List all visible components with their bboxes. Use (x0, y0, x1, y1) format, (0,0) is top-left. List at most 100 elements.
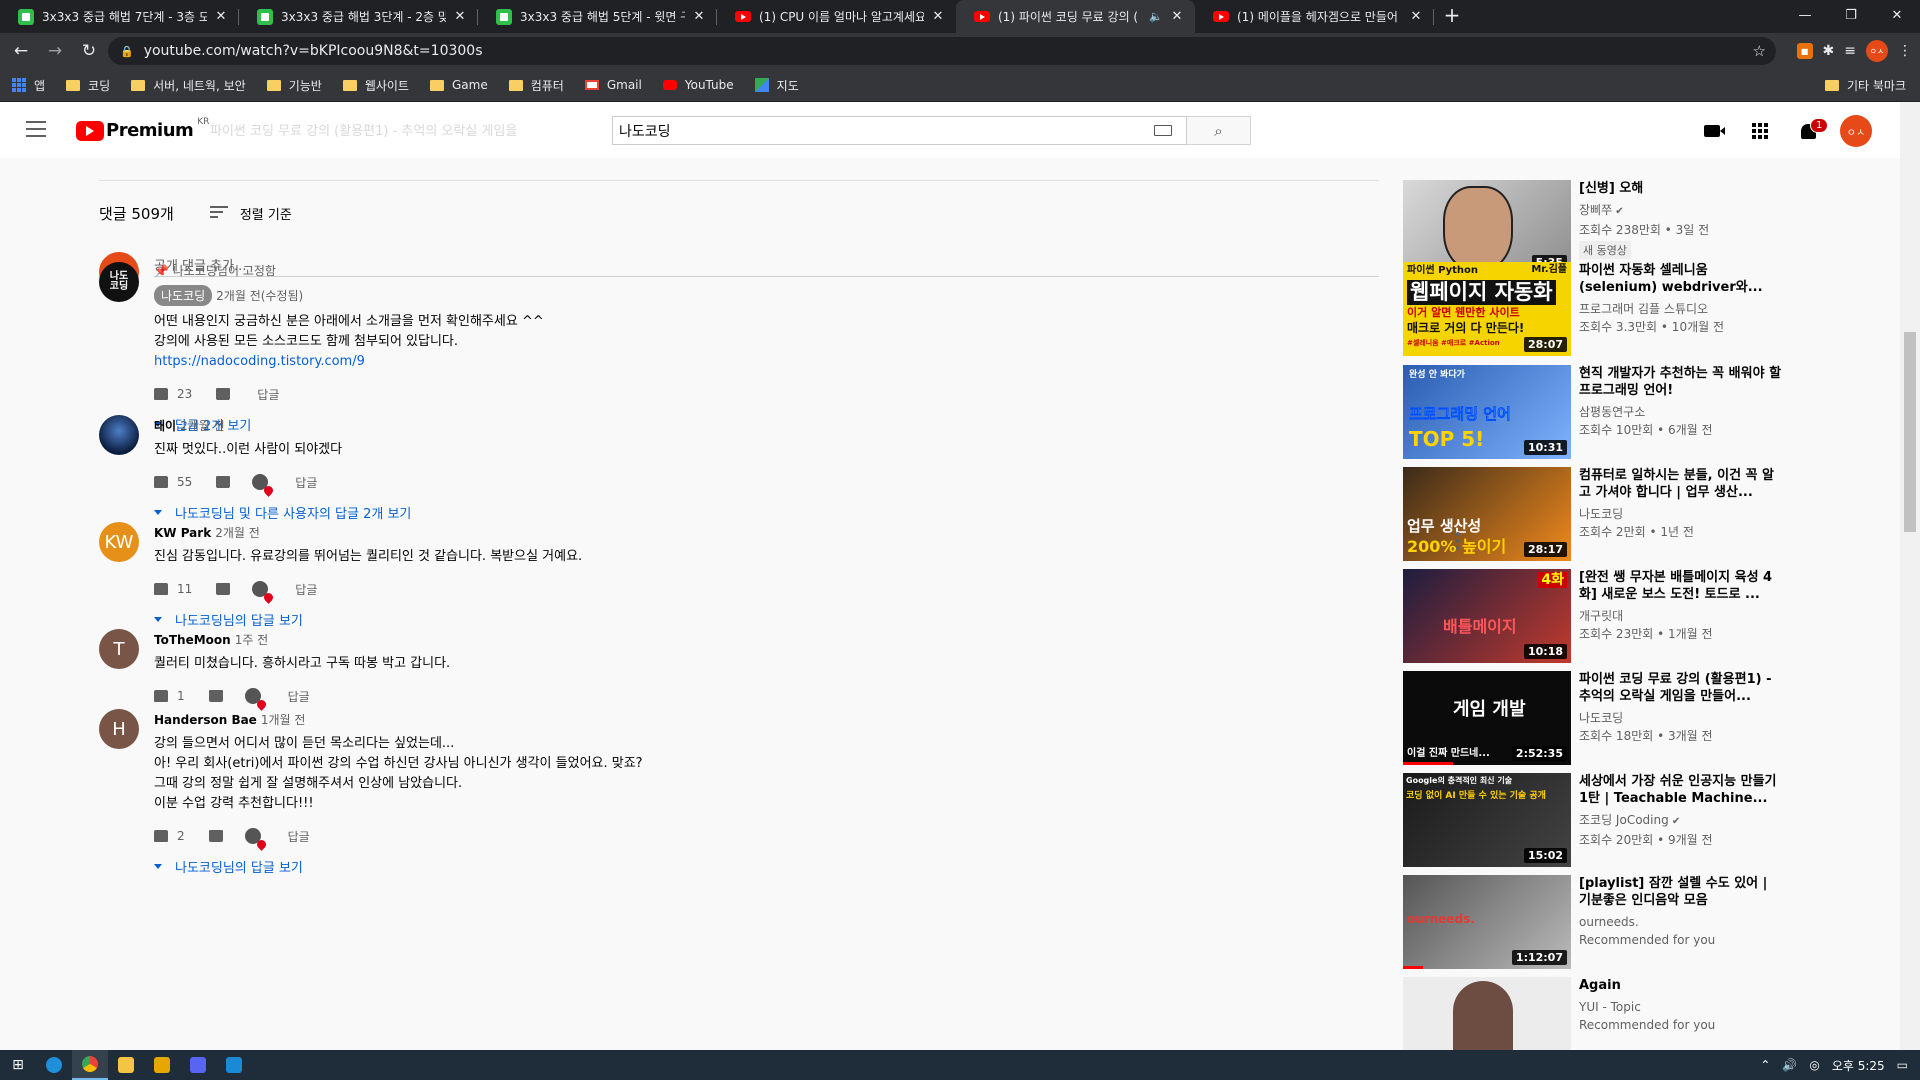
video-title[interactable]: [playlist] 잠깐 설렐 수도 있어 | 기분좋은 인디음악 모음 (1579, 875, 1783, 909)
comment-author[interactable]: ToTheMoon (154, 633, 231, 647)
video-channel[interactable]: ourneeds. (1579, 913, 1783, 931)
tab-close-icon[interactable]: ✕ (691, 9, 707, 24)
create-video-button[interactable] (1688, 125, 1736, 137)
search-input[interactable]: 나도코딩 (612, 116, 1187, 145)
video-thumbnail[interactable] (1403, 977, 1571, 1050)
related-video[interactable]: Google의 충격적인 최신 기술 코딩 없이 AI 만들 수 있는 기술 공개… (1403, 773, 1783, 867)
video-thumbnail[interactable]: 게임 개발 이걸 진짜 만드네... 2:52:35 (1403, 671, 1571, 765)
comment-time[interactable]: 1개월 전 (261, 713, 306, 727)
more-actions-icon[interactable] (1456, 532, 1460, 553)
sort-icon[interactable] (209, 206, 228, 221)
video-channel[interactable]: YUI - Topic (1579, 998, 1783, 1016)
chrome-taskbar-item[interactable] (72, 1050, 108, 1080)
bookmark-websites[interactable]: 웹사이트 (342, 77, 409, 94)
reload-icon[interactable]: ↻ (72, 41, 106, 61)
video-title[interactable]: 세상에서 가장 쉬운 인공지능 만들기 1탄 | Teachable Machi… (1579, 773, 1783, 807)
sort-button[interactable]: 정렬 기준 (240, 204, 292, 223)
network-icon[interactable]: ◎ (1809, 1058, 1819, 1072)
comment-time[interactable]: 1주 전 (235, 633, 269, 647)
profile-avatar[interactable]: ㅇㅅ (1866, 40, 1888, 62)
address-bar[interactable]: 🔒 youtube.com/watch?v=bKPIcoou9N8&t=1030… (108, 37, 1776, 65)
video-title[interactable]: 파이썬 코딩 무료 강의 (활용편1) - 추억의 오락실 게임을 만들어... (1579, 671, 1783, 705)
tab-close-icon[interactable]: ✕ (213, 9, 229, 24)
notifications-button[interactable]: 1 (1784, 117, 1832, 139)
video-channel[interactable]: 장삐쭈 ✔ (1579, 201, 1783, 221)
comment-time[interactable]: 2개월 전(수정됨) (216, 289, 303, 303)
video-title[interactable]: 파이썬 자동화 셀레니움 (selenium) webdriver와... (1579, 262, 1783, 296)
comment-link[interactable]: https://nadocoding.tistory.com/9 (154, 354, 365, 369)
browser-tab[interactable]: 3x3x3 중급 해법 3단계 - 2층 맞 ✕ (239, 0, 478, 33)
related-video[interactable]: ourneeds. 1:12:07 [playlist] 잠깐 설렐 수도 있어 |… (1403, 875, 1783, 969)
store-taskbar-item[interactable] (144, 1050, 180, 1080)
related-video[interactable]: 파이썬 Python Mr.김플 웹페이지 자동화 이거 알면 웬만한 사이트 매크로 … (1403, 262, 1783, 356)
notification-center-icon[interactable]: ▭ (1897, 1058, 1908, 1072)
thumbs-down-icon[interactable] (208, 690, 223, 702)
related-video[interactable]: 5:35 [신병] 오해장삐쭈 ✔ 조회수 238만회 • 3일 전새 동영상 (1403, 180, 1783, 274)
bookmark-apps[interactable]: 앱 (12, 77, 45, 94)
related-video[interactable]: 업무 생산성 200% 높이기 28:17 컴퓨터로 일하시는 분들, 이건 꼭 알고… (1403, 467, 1783, 561)
related-video[interactable]: 4화 배틀메이지 10:18 [완전 쌩 무자본 배틀메이지 육성 4화] 새로운 보… (1403, 569, 1783, 663)
video-channel[interactable]: 삼평동연구소 (1579, 403, 1783, 421)
comment-author[interactable]: 나도코딩 (154, 285, 213, 306)
browser-tab[interactable]: (1) 메이플을 헤자겜으로 만들어 ✕ (1195, 0, 1434, 33)
video-thumbnail[interactable]: Google의 충격적인 최신 기술 코딩 없이 AI 만들 수 있는 기술 공개… (1403, 773, 1571, 867)
thumbs-up-icon[interactable] (154, 830, 168, 842)
star-icon[interactable]: ☆ (1753, 42, 1766, 60)
thumbs-up-icon[interactable] (154, 388, 168, 400)
bookmark-game[interactable]: Game (429, 78, 488, 92)
video-channel[interactable]: 프로그래머 김플 스튜디오 (1579, 300, 1783, 318)
thumbs-up-icon[interactable] (154, 583, 168, 595)
scrollbar-thumb[interactable] (1904, 332, 1916, 532)
video-title[interactable]: [완전 쌩 무자본 배틀메이지 육성 4화] 새로운 보스 도전! 토드로 ..… (1579, 569, 1783, 603)
video-title[interactable]: [신병] 오해 (1579, 180, 1783, 197)
related-video[interactable]: 게임 개발 이걸 진짜 만드네... 2:52:35 파이썬 코딩 무료 강의 (활용… (1403, 671, 1783, 765)
thumbs-down-icon[interactable] (208, 830, 223, 842)
video-title[interactable]: Again (1579, 977, 1783, 994)
keyboard-icon[interactable] (1154, 125, 1172, 136)
avatar[interactable]: H (99, 709, 139, 749)
reply-button[interactable]: 답글 (288, 688, 310, 705)
video-thumbnail[interactable]: 4화 배틀메이지 10:18 (1403, 569, 1571, 663)
bookmark-gmail[interactable]: Gmail (584, 78, 642, 92)
tab-close-icon[interactable]: ✕ (930, 9, 946, 24)
thumbs-up-icon[interactable] (154, 690, 168, 702)
browser-tab[interactable]: (1) CPU 이름 얼마나 알고계세요 ✕ (717, 0, 956, 33)
reply-button[interactable]: 답글 (295, 581, 317, 598)
video-thumbnail[interactable]: ourneeds. 1:12:07 (1403, 875, 1571, 969)
thumbs-up-icon[interactable] (154, 476, 168, 488)
video-thumbnail[interactable]: 파이썬 Python Mr.김플 웹페이지 자동화 이거 알면 웬만한 사이트 매크로 … (1403, 262, 1571, 356)
video-title[interactable]: 컴퓨터로 일하시는 분들, 이건 꼭 알고 가셔야 합니다 | 업무 생산... (1579, 467, 1783, 501)
thumbs-down-icon[interactable] (216, 476, 231, 488)
browser-tab[interactable]: 3x3x3 중급 해법 7단계 - 3층 모 ✕ (0, 0, 239, 33)
bookmark-computer[interactable]: 컴퓨터 (508, 77, 564, 94)
bookmark-youtube[interactable]: YouTube (662, 78, 734, 92)
related-video[interactable]: Again YUI - Topic Recommended for you (1403, 977, 1783, 1050)
tray-expand-icon[interactable]: ⌃ (1760, 1058, 1770, 1072)
comment-time[interactable]: 2개월 전 (180, 419, 225, 433)
video-channel[interactable]: 나도코딩 (1579, 709, 1783, 727)
apps-button[interactable] (1736, 123, 1784, 139)
reply-button[interactable]: 답글 (257, 386, 279, 403)
forward-icon[interactable]: → (38, 41, 72, 61)
comment-author[interactable]: Handerson Bae (154, 713, 257, 727)
back-icon[interactable]: ← (4, 41, 38, 61)
account-button[interactable]: ㅇㅅ (1832, 115, 1880, 147)
speaker-icon[interactable]: 🔊 (1782, 1058, 1797, 1072)
menu-icon[interactable] (26, 121, 46, 142)
other-bookmarks[interactable]: 기타 북마크 (1824, 77, 1906, 94)
minimize-button[interactable]: — (1782, 0, 1828, 30)
video-channel[interactable]: 조코딩 JoCoding ✔ (1579, 811, 1783, 831)
browser-tab[interactable]: (1) 파이썬 코딩 무료 강의 (🔈 ✕ (956, 0, 1195, 33)
tab-close-icon[interactable]: ✕ (1408, 9, 1424, 24)
video-thumbnail[interactable]: 업무 생산성 200% 높이기 28:17 (1403, 467, 1571, 561)
avatar[interactable] (99, 415, 139, 455)
extension-icon[interactable]: ■ (1796, 43, 1813, 59)
close-window-button[interactable]: ✕ (1874, 0, 1920, 30)
vscode-taskbar-item[interactable] (216, 1050, 252, 1080)
start-button[interactable]: ⊞ (0, 1050, 36, 1080)
browser-tab[interactable]: 3x3x3 중급 해법 5단계 - 윗면 구 ✕ (478, 0, 717, 33)
comment-author[interactable]: KW Park (154, 526, 211, 540)
bookmark-skills[interactable]: 기능반 (266, 77, 322, 94)
puzzle-icon[interactable]: ✱ (1823, 43, 1835, 59)
menu-kebab-icon[interactable]: ⋮ (1898, 43, 1912, 59)
